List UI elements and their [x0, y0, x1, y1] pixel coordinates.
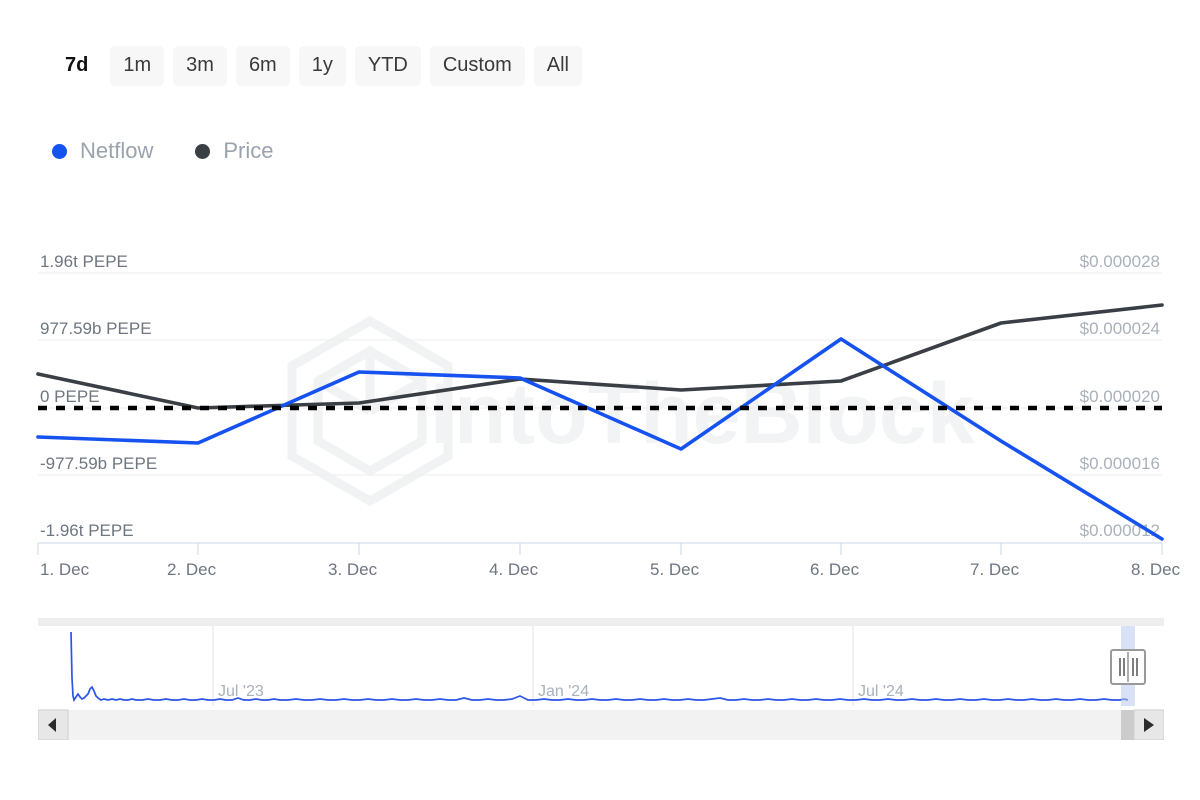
x-axis-tick-4: 5. Dec [650, 560, 700, 579]
x-axis-labels: 1. Dec 2. Dec 3. Dec 4. Dec 5. Dec 6. De… [40, 560, 1181, 579]
navigator-plot-background [38, 626, 1164, 706]
x-axis-tick-2: 3. Dec [328, 560, 378, 579]
navigator-tick-2: Jul '24 [858, 683, 904, 700]
range-button-1y[interactable]: 1y [299, 46, 346, 86]
navigator-tick-0: Jul '23 [218, 683, 264, 700]
range-button-ytd[interactable]: YTD [355, 46, 421, 86]
legend-item-price[interactable]: Price [195, 140, 273, 162]
range-selector: 7d 1m 3m 6m 1y YTD Custom All [52, 46, 582, 86]
left-axis-tick-1: 977.59b PEPE [40, 319, 152, 338]
range-button-3m[interactable]: 3m [173, 46, 227, 86]
left-axis-tick-4: -1.96t PEPE [40, 521, 134, 540]
range-button-1m[interactable]: 1m [110, 46, 164, 86]
legend-label-netflow: Netflow [80, 140, 153, 162]
x-axis-tick-0: 1. Dec [40, 560, 90, 579]
navigator-top-band [38, 618, 1164, 626]
chart-navigator[interactable]: Jul '23 Jan '24 Jul '24 [38, 618, 1164, 740]
navigator-scroll-right-button[interactable] [1134, 710, 1164, 740]
left-axis-tick-3: -977.59b PEPE [40, 454, 157, 473]
left-axis-tick-2: 0 PEPE [40, 387, 100, 406]
legend-dot-price-icon [195, 144, 210, 159]
right-axis-tick-2: $0.000020 [1080, 387, 1160, 406]
legend-item-netflow[interactable]: Netflow [52, 140, 153, 162]
x-axis-tick-7: 8. Dec [1131, 560, 1181, 579]
navigator-tick-1: Jan '24 [538, 683, 589, 700]
range-button-6m[interactable]: 6m [236, 46, 290, 86]
x-axis [38, 543, 1162, 555]
x-axis-tick-3: 4. Dec [489, 560, 539, 579]
legend-dot-netflow-icon [52, 144, 67, 159]
x-axis-tick-5: 6. Dec [810, 560, 860, 579]
navigator-scroll-left-button[interactable] [38, 710, 68, 740]
legend-label-price: Price [223, 140, 273, 162]
navigator-right-handle[interactable] [1111, 650, 1145, 684]
x-axis-tick-1: 2. Dec [167, 560, 217, 579]
range-button-all[interactable]: All [534, 46, 582, 86]
main-chart[interactable]: 1.96t PEPE 977.59b PEPE 0 PEPE -977.59b … [0, 225, 1200, 585]
right-axis-tick-1: $0.000024 [1080, 319, 1160, 338]
range-button-custom[interactable]: Custom [430, 46, 525, 86]
left-axis-tick-0: 1.96t PEPE [40, 252, 128, 271]
range-button-7d[interactable]: 7d [52, 46, 101, 86]
navigator-scrollbar-track[interactable] [38, 710, 1164, 740]
chart-legend: Netflow Price [52, 133, 273, 169]
right-axis-tick-0: $0.000028 [1080, 252, 1160, 271]
navigator-scrollbar-thumb[interactable] [1121, 710, 1135, 740]
series-line-price [38, 305, 1162, 408]
right-axis-tick-3: $0.000016 [1080, 454, 1160, 473]
series-line-netflow [38, 339, 1162, 539]
x-axis-tick-6: 7. Dec [970, 560, 1020, 579]
